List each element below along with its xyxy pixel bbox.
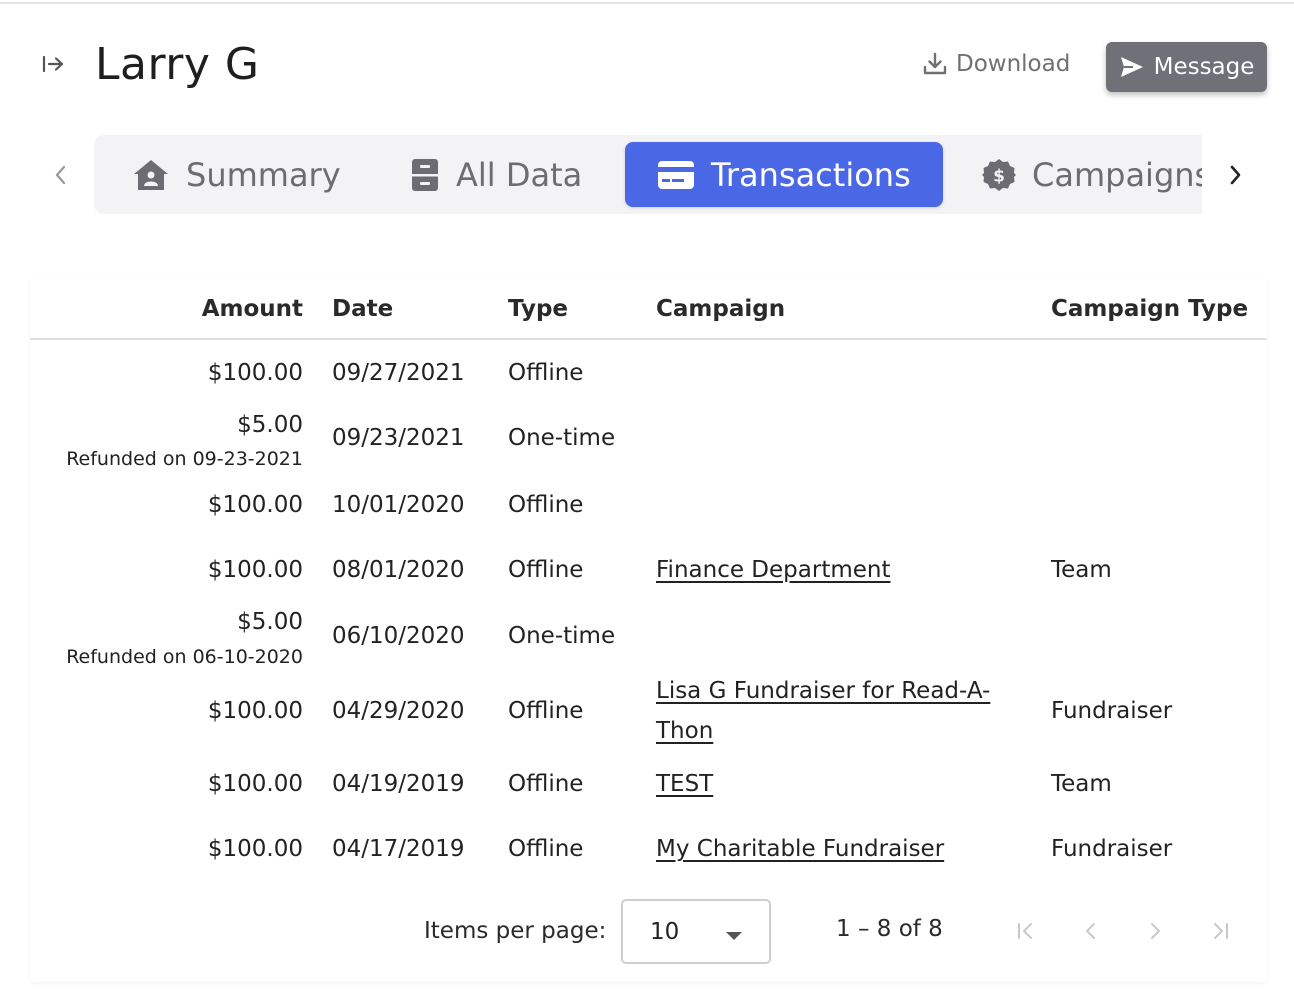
date-cell: 10/01/2020 [332,492,465,518]
message-label: Message [1153,54,1255,80]
column-header-date[interactable]: Date [332,294,393,324]
date-cell: 04/29/2020 [332,698,465,724]
amount-cell: $100.00 [207,492,303,518]
tab-label: Campaigns [1032,155,1202,194]
type-cell: Offline [508,698,584,724]
campaign-type-cell: Team [1051,771,1112,797]
type-cell: One-time [508,425,616,451]
download-button[interactable]: Download [922,46,1070,82]
amount-cell: $100.00 [207,698,303,724]
credit-card-icon [658,160,694,189]
dollar-badge-icon: $ [982,158,1016,191]
date-cell: 04/17/2019 [332,836,465,862]
last-page-icon [1214,923,1228,939]
dropdown-arrow-icon [726,932,742,940]
download-icon [923,52,947,75]
tab-all-data[interactable]: All Data [410,142,582,207]
type-cell: Offline [508,771,584,797]
refund-note: Refunded on 06-10-2020 [66,646,303,668]
tabs-scroll-right-button[interactable] [1220,158,1250,192]
campaign-link[interactable]: Finance Department [656,555,890,585]
date-cell: 04/19/2019 [332,771,465,797]
campaign-link[interactable]: Lisa G Fundraiser for Read-A-Thon [656,671,1006,751]
page-range-label: 1 – 8 of 8 [836,916,943,942]
chevron-right-icon [1151,923,1160,939]
transactions-table-card: Amount Date Type Campaign Campaign Type … [30,278,1267,982]
chevron-left-icon [55,165,66,185]
previous-page-button[interactable] [1076,916,1106,946]
paper-plane-icon [1120,57,1143,77]
download-label: Download [956,51,1071,77]
file-cabinet-icon [412,158,438,191]
tab-transactions[interactable]: Transactions [625,142,943,207]
column-header-campaign[interactable]: Campaign [656,294,785,324]
refund-note: Refunded on 09-23-2021 [66,448,303,470]
amount-cell: $5.00 [237,609,303,635]
type-cell: One-time [508,623,616,649]
amount-cell: $5.00 [237,412,303,438]
amount-cell: $100.00 [207,360,303,386]
type-cell: Offline [508,492,584,518]
type-cell: Offline [508,557,584,583]
campaign-type-cell: Fundraiser [1051,698,1173,724]
top-divider [0,2,1294,4]
column-header-type[interactable]: Type [508,294,568,324]
chevron-right-icon [1230,165,1241,185]
campaign-type-cell: Team [1051,557,1112,583]
page-title: Larry G [95,39,260,90]
tab-label: All Data [456,155,583,194]
campaign-link[interactable]: My Charitable Fundraiser [656,834,944,864]
column-header-campaign-type[interactable]: Campaign Type [1051,294,1248,324]
message-button[interactable]: Message [1106,42,1267,92]
column-header-amount[interactable]: Amount [202,294,303,324]
next-page-button[interactable] [1140,916,1170,946]
date-cell: 06/10/2020 [332,623,465,649]
tab-bar: Summary All Data Transactions $ Campaign… [94,135,1202,214]
tab-campaigns[interactable]: $ Campaigns [982,142,1202,207]
items-per-page-label: Items per page: [424,918,607,944]
campaign-link[interactable]: TEST [656,769,713,799]
last-page-button[interactable] [1205,916,1235,946]
expand-sidebar-button[interactable] [38,50,68,78]
date-cell: 09/27/2021 [332,360,465,386]
tab-summary[interactable]: Summary [132,142,341,207]
chevron-left-icon [1086,923,1095,939]
type-cell: Offline [508,836,584,862]
items-per-page-value: 10 [650,919,680,945]
first-page-button[interactable] [1011,916,1041,946]
amount-cell: $100.00 [207,836,303,862]
date-cell: 09/23/2021 [332,425,465,451]
campaign-type-cell: Fundraiser [1051,836,1173,862]
amount-cell: $100.00 [207,557,303,583]
items-per-page-select[interactable]: 10 [621,899,771,964]
arrow-right-to-bar-icon [42,55,64,73]
date-cell: 08/01/2020 [332,557,465,583]
svg-text:$: $ [993,166,1005,186]
first-page-icon [1018,923,1032,939]
tab-label: Transactions [711,155,911,194]
house-icon [134,159,168,190]
tab-label: Summary [186,155,341,194]
amount-cell: $100.00 [207,771,303,797]
type-cell: Offline [508,360,584,386]
header-divider [30,338,1267,340]
tabs-scroll-left-button[interactable] [46,158,76,192]
